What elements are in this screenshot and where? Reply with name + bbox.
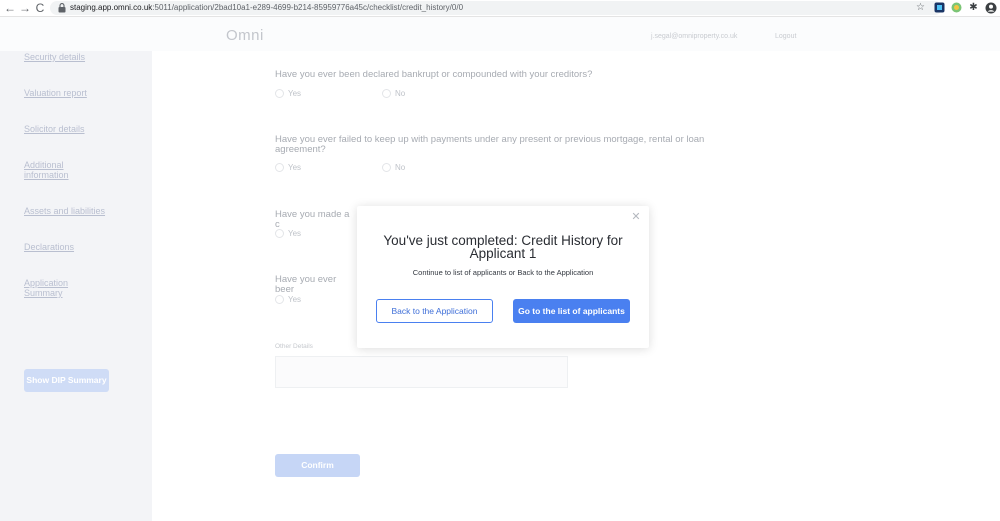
sidebar-item-solicitor-details[interactable]: Solicitor details	[24, 124, 124, 134]
radio-yes-bankrupt[interactable]	[275, 89, 284, 98]
radio-label-yes: Yes	[288, 229, 302, 238]
address-bar[interactable]: staging.app.omni.co.uk:5011/application/…	[50, 1, 942, 15]
back-to-application-button[interactable]: Back to the Application	[376, 299, 493, 323]
go-to-applicants-button[interactable]: Go to the list of applicants	[513, 299, 630, 323]
radio-label-yes: Yes	[288, 295, 302, 304]
other-details-label: Other Details	[275, 343, 313, 350]
radio-label-no: No	[395, 89, 406, 98]
user-email: j.segal@omniproperty.co.uk	[651, 33, 738, 40]
sidebar-item-security-details[interactable]: Security details	[24, 52, 124, 62]
url-path: :5011/application/2bad10a1-e289-4699-b21…	[152, 3, 464, 12]
completion-modal: ✕ You've just completed: Credit History …	[357, 206, 649, 348]
other-details-textarea[interactable]	[275, 356, 568, 388]
radio-yes-judgement[interactable]	[275, 295, 284, 304]
url-text: staging.app.omni.co.uk:5011/application/…	[70, 1, 463, 15]
close-icon[interactable]: ✕	[631, 212, 641, 223]
radio-no-missed-payments[interactable]	[382, 163, 391, 172]
extension-color-icon[interactable]	[951, 2, 962, 13]
lock-icon	[58, 3, 66, 13]
question-missed-payments: Have you ever failed to keep up with pay…	[275, 134, 705, 155]
question-bankrupt: Have you ever been declared bankrupt or …	[275, 69, 593, 80]
sidebar-item-declarations[interactable]: Declarations	[24, 242, 124, 252]
radio-label-no: No	[395, 163, 406, 172]
back-arrow-icon[interactable]: ←	[3, 1, 17, 15]
reload-icon[interactable]: C	[33, 1, 47, 15]
url-host: staging.app.omni.co.uk	[70, 3, 153, 12]
sidebar-item-assets-liabilities[interactable]: Assets and liabilities	[24, 206, 124, 216]
question-arrangement: Have you made a c	[275, 209, 350, 230]
radio-yes-missed-payments[interactable]	[275, 163, 284, 172]
show-dip-summary-button[interactable]: Show DIP Summary	[24, 369, 109, 392]
confirm-button[interactable]: Confirm	[275, 454, 360, 477]
forward-arrow-icon[interactable]: →	[18, 1, 32, 15]
sidebar-item-application-summary[interactable]: Application Summary	[24, 278, 84, 298]
sidebar: Security details Valuation report Solici…	[0, 51, 152, 521]
question-judgement: Have you ever beer	[275, 274, 337, 295]
extension-icon[interactable]	[934, 2, 945, 13]
radio-label-yes: Yes	[288, 163, 302, 172]
browser-toolbar: ← → C staging.app.omni.co.uk:5011/applic…	[0, 0, 1000, 17]
sidebar-item-additional-information[interactable]: Additional information	[24, 160, 94, 180]
logout-link[interactable]: Logout	[775, 33, 796, 40]
extensions-puzzle-icon[interactable]: ✱	[968, 2, 979, 13]
radio-label-yes: Yes	[288, 89, 302, 98]
omni-logo[interactable]: Omni	[226, 27, 264, 44]
profile-avatar-icon[interactable]	[985, 2, 997, 14]
radio-yes-arrangement[interactable]	[275, 229, 284, 238]
modal-title: You've just completed: Credit History fo…	[383, 233, 623, 261]
bookmark-star-icon[interactable]: ☆	[915, 2, 926, 13]
modal-subtitle: Continue to list of applicants or Back t…	[412, 268, 594, 277]
sidebar-item-valuation-report[interactable]: Valuation report	[24, 88, 124, 98]
radio-no-bankrupt[interactable]	[382, 89, 391, 98]
app-header: Omni j.segal@omniproperty.co.uk Logout	[0, 17, 1000, 51]
